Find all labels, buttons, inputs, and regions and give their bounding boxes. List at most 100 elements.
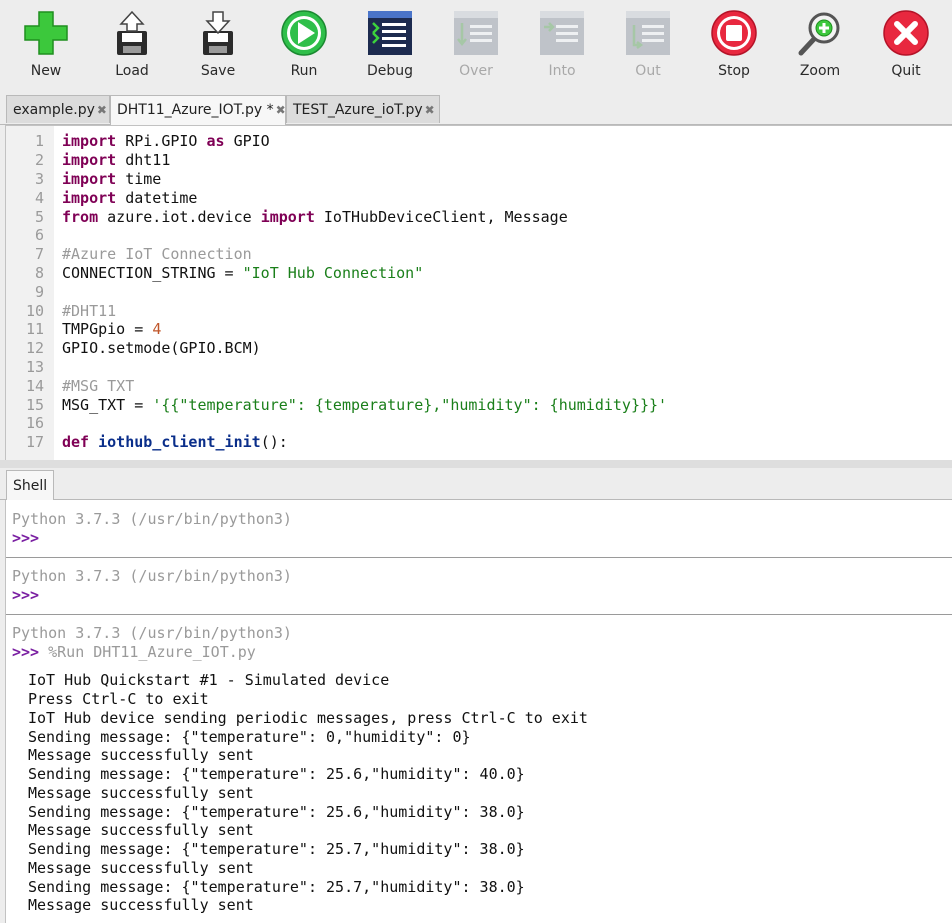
code-text: IoTHubDeviceClient, Message: [314, 208, 568, 226]
line-number: 11: [25, 320, 44, 338]
code-text: CONNECTION_STRING =: [62, 264, 243, 282]
step-over-button[interactable]: Over: [441, 5, 511, 89]
new-plus-icon: [24, 11, 68, 55]
step-into-button[interactable]: Into: [527, 5, 597, 89]
shell-tab-bar: Shell: [0, 468, 952, 500]
tab-example-py[interactable]: example.py ✖: [6, 95, 110, 123]
code-line: GPIO.setmode(GPIO.BCM): [62, 339, 261, 357]
code-text: dht11: [116, 151, 171, 169]
code-text: GPIO: [224, 132, 270, 150]
code-line: def iothub_client_init():: [62, 433, 288, 451]
step-over-icon: [454, 11, 498, 55]
string-literal: '{{"temperature": {temperature},"humidit…: [152, 396, 668, 414]
code-line: import time: [62, 170, 161, 188]
save-button[interactable]: Save: [183, 5, 253, 89]
code-editor[interactable]: 1 2 3 4 5 6 7 8 9 10 11 12 13 14 15 16 1…: [5, 125, 952, 461]
line-number: 16: [25, 414, 44, 432]
line-number: 17: [25, 433, 44, 451]
line-number: 12: [25, 339, 44, 357]
close-tab-icon[interactable]: ✖: [97, 103, 107, 117]
shell-console[interactable]: Python 3.7.3 (/usr/bin/python3) >>> Pyth…: [5, 500, 952, 923]
keyword: import: [62, 151, 117, 169]
line-number: 3: [34, 170, 44, 188]
new-button[interactable]: New: [11, 5, 81, 89]
output-line: Sending message: {"temperature": 0,"humi…: [28, 728, 471, 746]
load-label: Load: [115, 63, 149, 79]
shell-command-line: >>> %Run DHT11_Azure_IOT.py: [12, 643, 256, 661]
step-out-icon: [626, 11, 670, 55]
debug-label: Debug: [366, 63, 414, 79]
keyword: as: [206, 132, 225, 150]
save-icon: [203, 11, 233, 55]
number-literal: 4: [152, 320, 162, 338]
load-button[interactable]: Load: [97, 5, 167, 89]
line-number: 14: [25, 377, 44, 395]
code-comment: #MSG TXT: [62, 377, 135, 395]
close-tab-icon[interactable]: ✖: [425, 103, 435, 117]
string-literal: "IoT Hub Connection": [242, 264, 424, 282]
into-label: Into: [548, 63, 576, 79]
function-name: iothub_client_init: [98, 433, 261, 451]
line-number: 15: [25, 396, 44, 414]
output-line: IoT Hub device sending periodic messages…: [28, 709, 588, 727]
output-line: Message successfully sent: [28, 821, 254, 839]
line-number: 9: [34, 283, 44, 301]
zoom-button[interactable]: Zoom: [785, 5, 855, 89]
code-text: azure.iot.device: [98, 208, 261, 226]
stop-label: Stop: [718, 63, 750, 79]
step-into-icon: [540, 11, 584, 55]
stop-button[interactable]: Stop: [699, 5, 769, 89]
stop-icon: [711, 10, 757, 56]
code-line: MSG_TXT = '{{"temperature": {temperature…: [62, 396, 667, 414]
line-number: 6: [34, 226, 44, 244]
tab-shell[interactable]: Shell: [6, 470, 55, 500]
session-separator: [6, 614, 952, 615]
zoom-magnifier-icon: [798, 12, 840, 56]
run-label: Run: [290, 63, 318, 79]
line-number: 1: [34, 132, 44, 150]
line-number-gutter: 1 2 3 4 5 6 7 8 9 10 11 12 13 14 15 16 1…: [6, 126, 54, 460]
tab-label: DHT11_Azure_IOT.py *: [117, 102, 274, 118]
output-line: Message successfully sent: [28, 746, 254, 764]
line-number: 8: [34, 264, 44, 282]
debug-button[interactable]: Debug: [355, 5, 425, 89]
run-button[interactable]: Run: [269, 5, 339, 89]
shell-prompt: >>>: [12, 643, 40, 661]
code-text: RPi.GPIO: [116, 132, 207, 150]
code-text: datetime: [116, 189, 198, 207]
toolbar: New Load Save Run Debug Over Into Out St…: [0, 0, 952, 93]
code-comment: #DHT11: [62, 302, 117, 320]
python-banner: Python 3.7.3 (/usr/bin/python3): [12, 510, 292, 528]
session-separator: [6, 557, 952, 558]
line-number: 10: [25, 302, 44, 320]
code-text: MSG_TXT =: [62, 396, 153, 414]
tab-test-azure-iot-py[interactable]: TEST_Azure_ioT.py ✖: [286, 95, 440, 123]
keyword: import: [62, 189, 117, 207]
code-line: import RPi.GPIO as GPIO: [62, 132, 270, 150]
line-number: 5: [34, 208, 44, 226]
save-label: Save: [200, 63, 236, 79]
output-line: Sending message: {"temperature": 25.6,"h…: [28, 803, 525, 821]
output-line: Sending message: {"temperature": 25.7,"h…: [28, 878, 525, 896]
code-line: import dht11: [62, 151, 170, 169]
code-line: import datetime: [62, 189, 197, 207]
line-number: 7: [34, 245, 44, 263]
output-line: Message successfully sent: [28, 896, 254, 914]
close-tab-icon[interactable]: ✖: [276, 103, 286, 117]
code-text: TMPGpio =: [62, 320, 153, 338]
code-comment: #Azure IoT Connection: [62, 245, 252, 263]
tab-dht11-azure-iot-py[interactable]: DHT11_Azure_IOT.py * ✖: [110, 95, 286, 125]
pane-splitter[interactable]: [0, 460, 952, 468]
python-banner: Python 3.7.3 (/usr/bin/python3): [12, 624, 292, 642]
keyword: def: [62, 433, 90, 451]
step-out-button[interactable]: Out: [613, 5, 683, 89]
keyword: import: [62, 170, 117, 188]
line-number: 13: [25, 358, 44, 376]
line-number: 4: [34, 189, 44, 207]
out-label: Out: [635, 63, 661, 79]
quit-close-icon: [883, 10, 929, 56]
shell-prompt: >>>: [12, 586, 40, 604]
python-banner: Python 3.7.3 (/usr/bin/python3): [12, 567, 292, 585]
quit-button[interactable]: Quit: [871, 5, 941, 89]
